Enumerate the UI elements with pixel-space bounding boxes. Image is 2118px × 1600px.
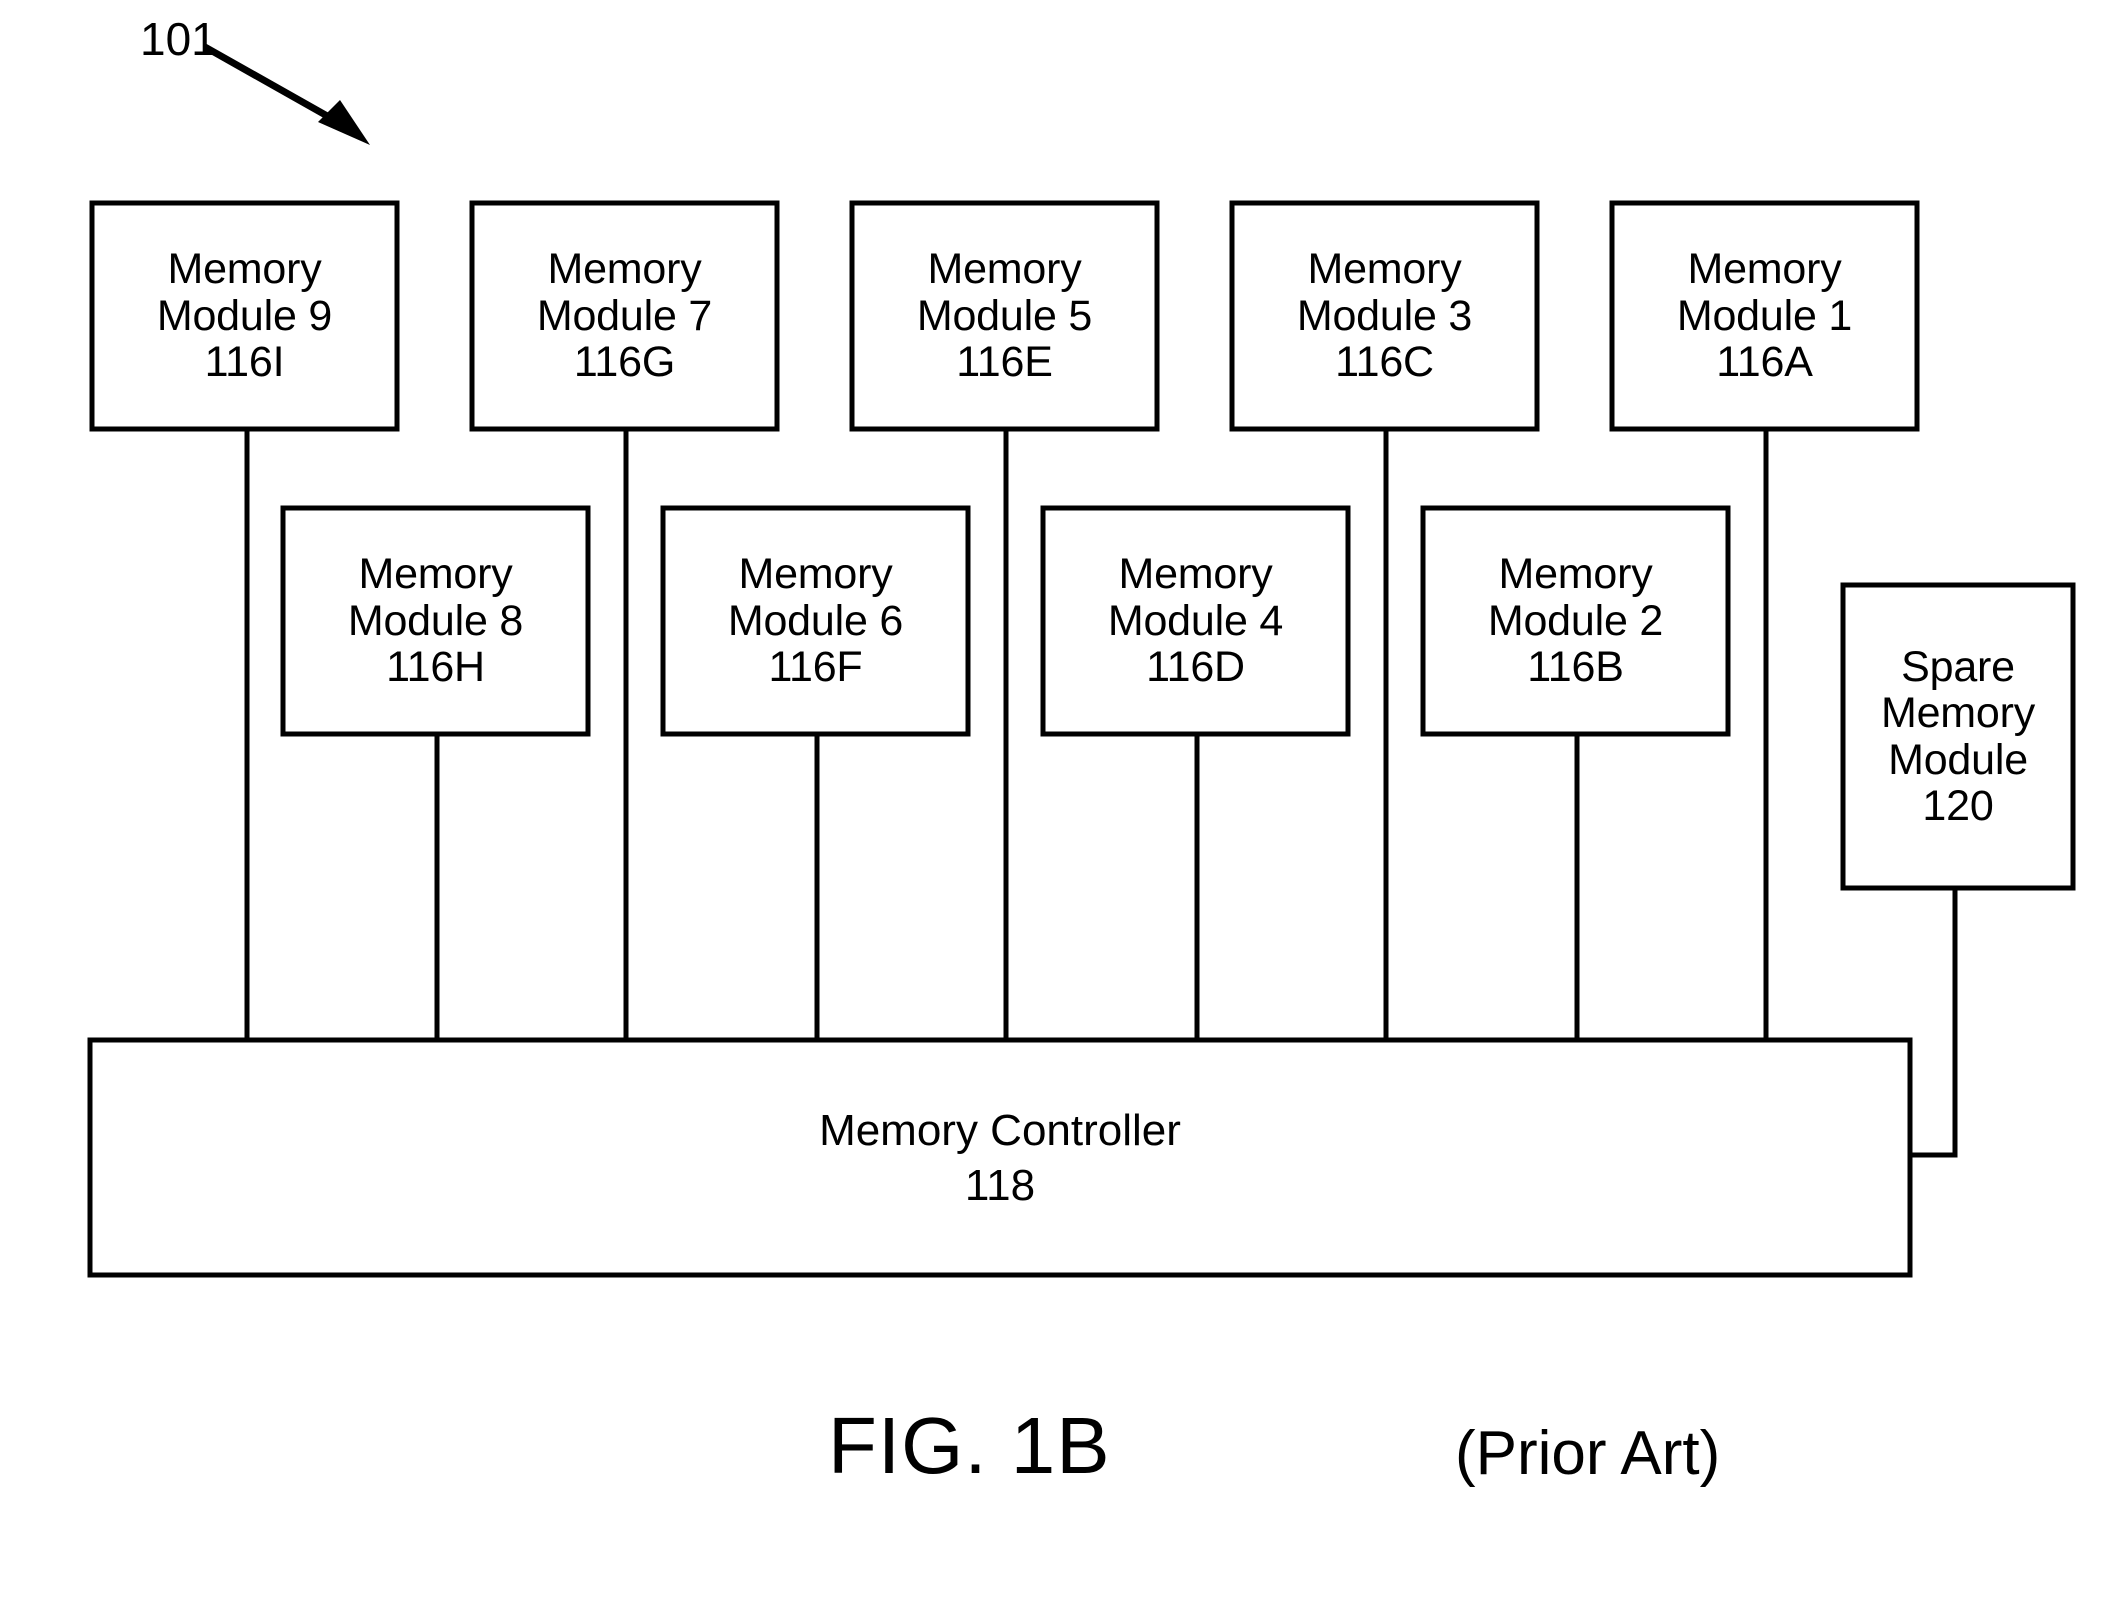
reference-lead-arrow [203, 43, 370, 145]
module-box-116A[interactable] [1609, 200, 1920, 432]
system-reference-numeral: 101 [140, 13, 217, 65]
module-box-116E[interactable] [849, 200, 1160, 432]
memory-controller-box[interactable] [87, 1037, 1913, 1278]
top-row-boxes [89, 200, 1920, 432]
module-box-116G[interactable] [469, 200, 780, 432]
figure-prior-art-note: (Prior Art) [1455, 1419, 1721, 1488]
diagram-canvas [87, 43, 2076, 1278]
module-box-116D[interactable] [1040, 505, 1351, 737]
module-box-116B[interactable] [1420, 505, 1731, 737]
figure-1b: 101 Memory Module 9 116I Memory Module 7… [0, 0, 2118, 1600]
figure-caption: FIG. 1B [828, 1401, 1111, 1490]
module-box-116F[interactable] [660, 505, 971, 737]
module-box-116C[interactable] [1229, 200, 1540, 432]
module-box-116I[interactable] [89, 200, 400, 432]
module-box-116H[interactable] [280, 505, 591, 737]
spare-module-box[interactable] [1840, 582, 2076, 891]
